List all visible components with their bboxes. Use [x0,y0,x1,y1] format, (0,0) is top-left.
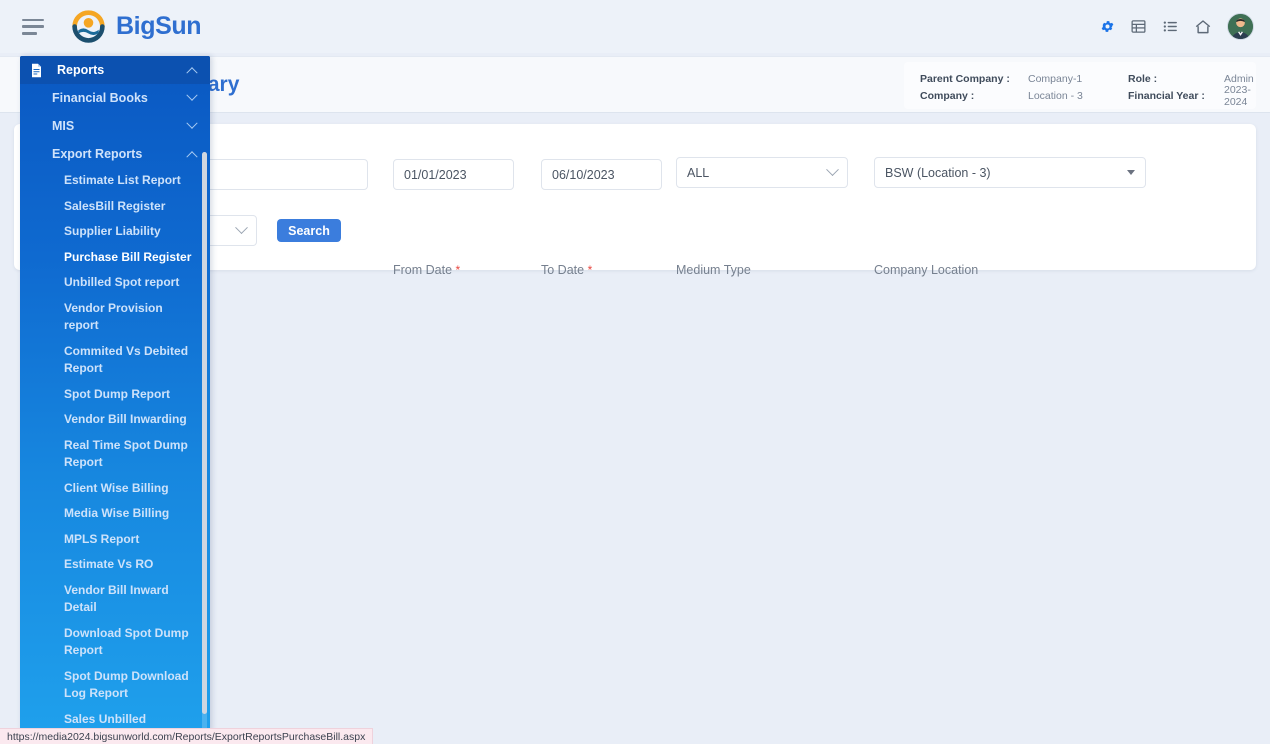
sidebar-item-vendor-bill-inwarding[interactable]: Vendor Bill Inwarding [20,407,210,433]
company-location-value: BSW (Location - 3) [885,165,991,180]
sidebar-item-estimate-vs-ro[interactable]: Estimate Vs RO [20,552,210,578]
document-icon [30,63,43,78]
chevron-down-icon [826,163,839,177]
topbar-icon-group [1100,13,1254,40]
sidebar-item-reports[interactable]: Reports [20,56,210,84]
financial-year-label: Financial Year : [1128,89,1205,102]
brand-logo-link[interactable]: BigSun [70,8,201,45]
sidebar-scrollbar-thumb[interactable] [202,152,207,714]
financial-year-value: 2023-2024 [1224,83,1251,108]
hamburger-line [22,32,37,35]
required-marker: * [587,263,593,277]
sidebar-item-estimate-list-report[interactable]: Estimate List Report [20,168,210,194]
sidebar-item-vendor-bill-inward-detail[interactable]: Vendor Bill Inward Detail [20,578,210,621]
sidebar-item-vendor-provision-report[interactable]: Vendor Provision report [20,296,210,339]
sidebar-group-mis[interactable]: MIS [20,112,210,140]
sidebar-item-purchase-bill-register[interactable]: Purchase Bill Register [20,245,210,271]
sidebar-reports-label: Reports [57,63,105,77]
sidebar-item-real-time-spot-dump-report[interactable]: Real Time Spot Dump Report [20,433,210,476]
sidebar-item-mpls-report[interactable]: MPLS Report [20,527,210,553]
sidebar-item-download-spot-dump-report[interactable]: Download Spot Dump Report [20,621,210,664]
avatar[interactable] [1227,13,1254,40]
chevron-up-icon [186,151,198,163]
sidebar-item-media-wise-billing[interactable]: Media Wise Billing [20,501,210,527]
sidebar-group-label: Export Reports [52,147,143,161]
bigsun-logo-icon [70,8,107,45]
hamburger-line [22,25,44,28]
home-icon[interactable] [1194,18,1212,36]
chevron-down-icon [235,221,248,235]
from-date-label: From Date * [393,263,461,277]
sidebar-scrollbar-track[interactable] [202,152,207,730]
search-button[interactable]: Search [277,219,341,242]
menu-toggle-button[interactable] [22,18,44,35]
status-bar-url: https://media2024.bigsunworld.com/Report… [0,728,374,744]
hamburger-line [22,18,44,21]
app-root: BigSun Parent Company: Company-1 Role:… [0,0,1270,744]
sidebar-item-commited-vs-debited-report[interactable]: Commited Vs Debited Report [20,339,210,382]
top-navigation-bar: BigSun [0,0,1270,53]
to-date-label: To Date * [541,263,593,277]
sidebar-group-export-reports[interactable]: Export Reports [20,140,210,168]
sidebar-group-financial-books[interactable]: Financial Books [20,84,210,112]
reports-sidebar-menu: Reports Financial Books MIS Export Repor… [20,56,210,732]
table-icon[interactable] [1130,18,1147,35]
sidebar-item-spot-dump-report[interactable]: Spot Dump Report [20,382,210,408]
required-marker: * [455,263,461,277]
company-info-panel: Parent Company : Company-1 Role : Admin … [904,62,1256,109]
list-icon[interactable] [1162,18,1179,35]
from-date-input[interactable]: 01/01/2023 [393,159,514,190]
sidebar-item-salesbill-register[interactable]: SalesBill Register [20,194,210,220]
chevron-up-icon [186,67,198,79]
sidebar-item-client-wise-billing[interactable]: Client Wise Billing [20,476,210,502]
gear-icon[interactable] [1100,19,1115,34]
medium-type-label: Medium Type [676,263,751,277]
brand-name: BigSun [116,12,202,40]
chevron-down-icon [186,117,198,129]
sidebar-group-label: Financial Books [52,91,148,105]
sidebar-item-unbilled-spot-report[interactable]: Unbilled Spot report [20,270,210,296]
parent-company-label: Parent Company : [920,72,1010,85]
medium-type-value: ALL [687,165,710,180]
sidebar-scroll-region: Reports Financial Books MIS Export Repor… [20,56,210,732]
company-label: Company : [920,89,975,102]
chevron-down-icon [186,89,198,101]
parent-company-value: Company-1 [1028,72,1083,85]
sidebar-item-supplier-liability[interactable]: Supplier Liability [20,219,210,245]
caret-down-icon [1127,170,1135,175]
company-location-select[interactable]: BSW (Location - 3) [874,157,1146,188]
to-date-input[interactable]: 06/10/2023 [541,159,662,190]
role-label: Role : [1128,72,1158,85]
sidebar-group-label: MIS [52,119,75,133]
company-location-label: Company Location [874,263,979,277]
sidebar-item-spot-dump-download-log-report[interactable]: Spot Dump Download Log Report [20,664,210,707]
medium-type-select[interactable]: ALL [676,157,848,188]
company-value: Location - 3 [1028,89,1083,102]
